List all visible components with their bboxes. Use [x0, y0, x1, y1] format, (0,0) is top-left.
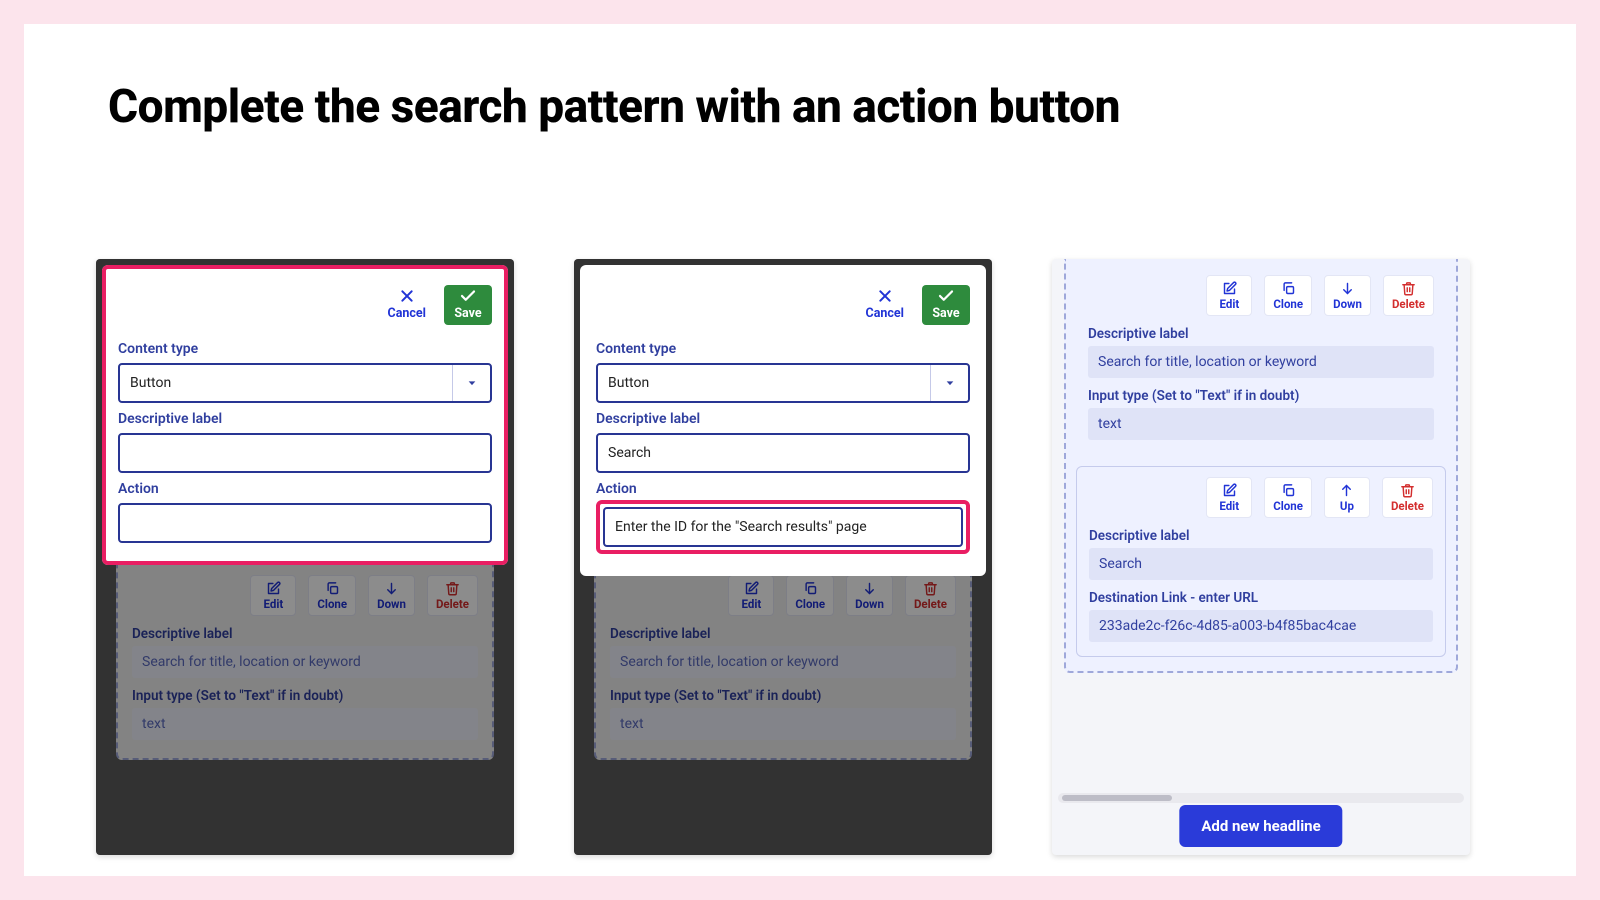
action-input-highlight: Enter the ID for the "Search results" pa… [596, 500, 970, 554]
add-button-dialog: Cancel Save Content type Button Descript… [102, 265, 508, 565]
trash-icon [445, 580, 460, 596]
bg-input-type-value: text [610, 708, 956, 740]
edit-button[interactable]: Edit [1206, 477, 1252, 518]
bg-descriptive-value: Search for title, location or keyword [610, 646, 956, 678]
panel-3: Edit Clone Down [1052, 259, 1470, 855]
descriptive-input[interactable] [118, 433, 492, 473]
edit-button[interactable]: Edit [250, 575, 296, 616]
save-button[interactable]: Save [444, 285, 492, 325]
delete-button[interactable]: Delete [1382, 477, 1433, 518]
descriptive-label: Descriptive label [118, 411, 492, 427]
card2-destlink-label: Destination Link - enter URL [1089, 590, 1433, 606]
arrow-up-icon [1339, 482, 1354, 498]
clone-button[interactable]: Clone [308, 575, 356, 616]
bg-descriptive-value: Search for title, location or keyword [132, 646, 478, 678]
panel-2: Edit Clone Down Delete [574, 259, 992, 855]
clone-button[interactable]: Clone [1264, 477, 1312, 518]
bg-input-type-label: Input type (Set to "Text" if in doubt) [610, 688, 956, 704]
input-card: Edit Clone Down [1076, 275, 1446, 454]
delete-button[interactable]: Delete [427, 575, 478, 616]
card2-descriptive-value: Search [1089, 548, 1433, 580]
content-type-select[interactable]: Button [118, 363, 492, 403]
bg-descriptive-label: Descriptive label [610, 626, 956, 642]
action-label: Action [596, 481, 970, 497]
close-icon [877, 287, 893, 305]
close-icon [399, 287, 415, 305]
background-card: Edit Clone Down Delete [116, 559, 494, 760]
page-title: Complete the search pattern with an acti… [108, 80, 1120, 134]
up-button[interactable]: Up [1324, 477, 1370, 518]
action-label: Action [118, 481, 492, 497]
add-new-headline-button[interactable]: Add new headline [1179, 805, 1342, 847]
trash-icon [1401, 280, 1416, 296]
trash-icon [1400, 482, 1415, 498]
content-type-label: Content type [118, 341, 492, 357]
delete-button[interactable]: Delete [905, 575, 956, 616]
clone-icon [1281, 482, 1296, 498]
bg-input-type-value: text [132, 708, 478, 740]
delete-button[interactable]: Delete [1383, 275, 1434, 316]
card2-descriptive-label: Descriptive label [1089, 528, 1433, 544]
clone-button[interactable]: Clone [1264, 275, 1312, 316]
edit-icon [1222, 280, 1237, 296]
card2-destlink-value: 233ade2c-f26c-4d85-a003-b4f85bac4cae [1089, 610, 1433, 642]
check-icon [459, 287, 477, 305]
arrow-down-icon [384, 580, 399, 596]
cancel-button[interactable]: Cancel [380, 285, 434, 325]
edit-icon [744, 580, 759, 596]
trash-icon [923, 580, 938, 596]
content-type-label: Content type [596, 341, 970, 357]
clone-icon [325, 580, 340, 596]
edit-button[interactable]: Edit [1206, 275, 1252, 316]
descriptive-label: Descriptive label [596, 411, 970, 427]
background-card: Edit Clone Down Delete [594, 559, 972, 760]
descriptive-input[interactable]: Search [596, 433, 970, 473]
button-card: Edit Clone Up [1076, 466, 1446, 657]
down-button[interactable]: Down [1324, 275, 1371, 316]
add-button-dialog: Cancel Save Content type Button Descript… [580, 265, 986, 576]
action-input[interactable] [118, 503, 492, 543]
save-button[interactable]: Save [922, 285, 970, 325]
bg-descriptive-label: Descriptive label [132, 626, 478, 642]
horizontal-scrollbar[interactable] [1058, 793, 1464, 803]
panel-1: Edit Clone Down Delete [96, 259, 514, 855]
card1-descriptive-label: Descriptive label [1088, 326, 1434, 342]
clone-button[interactable]: Clone [786, 575, 834, 616]
card1-inputtype-value: text [1088, 408, 1434, 440]
content-type-select[interactable]: Button [596, 363, 970, 403]
edit-icon [266, 580, 281, 596]
down-button[interactable]: Down [368, 575, 415, 616]
caret-down-icon [930, 365, 968, 401]
clone-icon [1281, 280, 1296, 296]
edit-icon [1222, 482, 1237, 498]
edit-button[interactable]: Edit [728, 575, 774, 616]
check-icon [937, 287, 955, 305]
cancel-button[interactable]: Cancel [858, 285, 912, 325]
down-button[interactable]: Down [846, 575, 893, 616]
clone-icon [803, 580, 818, 596]
action-input[interactable]: Enter the ID for the "Search results" pa… [603, 507, 963, 547]
card1-descriptive-value: Search for title, location or keyword [1088, 346, 1434, 378]
card1-inputtype-label: Input type (Set to "Text" if in doubt) [1088, 388, 1434, 404]
arrow-down-icon [1340, 280, 1355, 296]
caret-down-icon [452, 365, 490, 401]
arrow-down-icon [862, 580, 877, 596]
bg-input-type-label: Input type (Set to "Text" if in doubt) [132, 688, 478, 704]
